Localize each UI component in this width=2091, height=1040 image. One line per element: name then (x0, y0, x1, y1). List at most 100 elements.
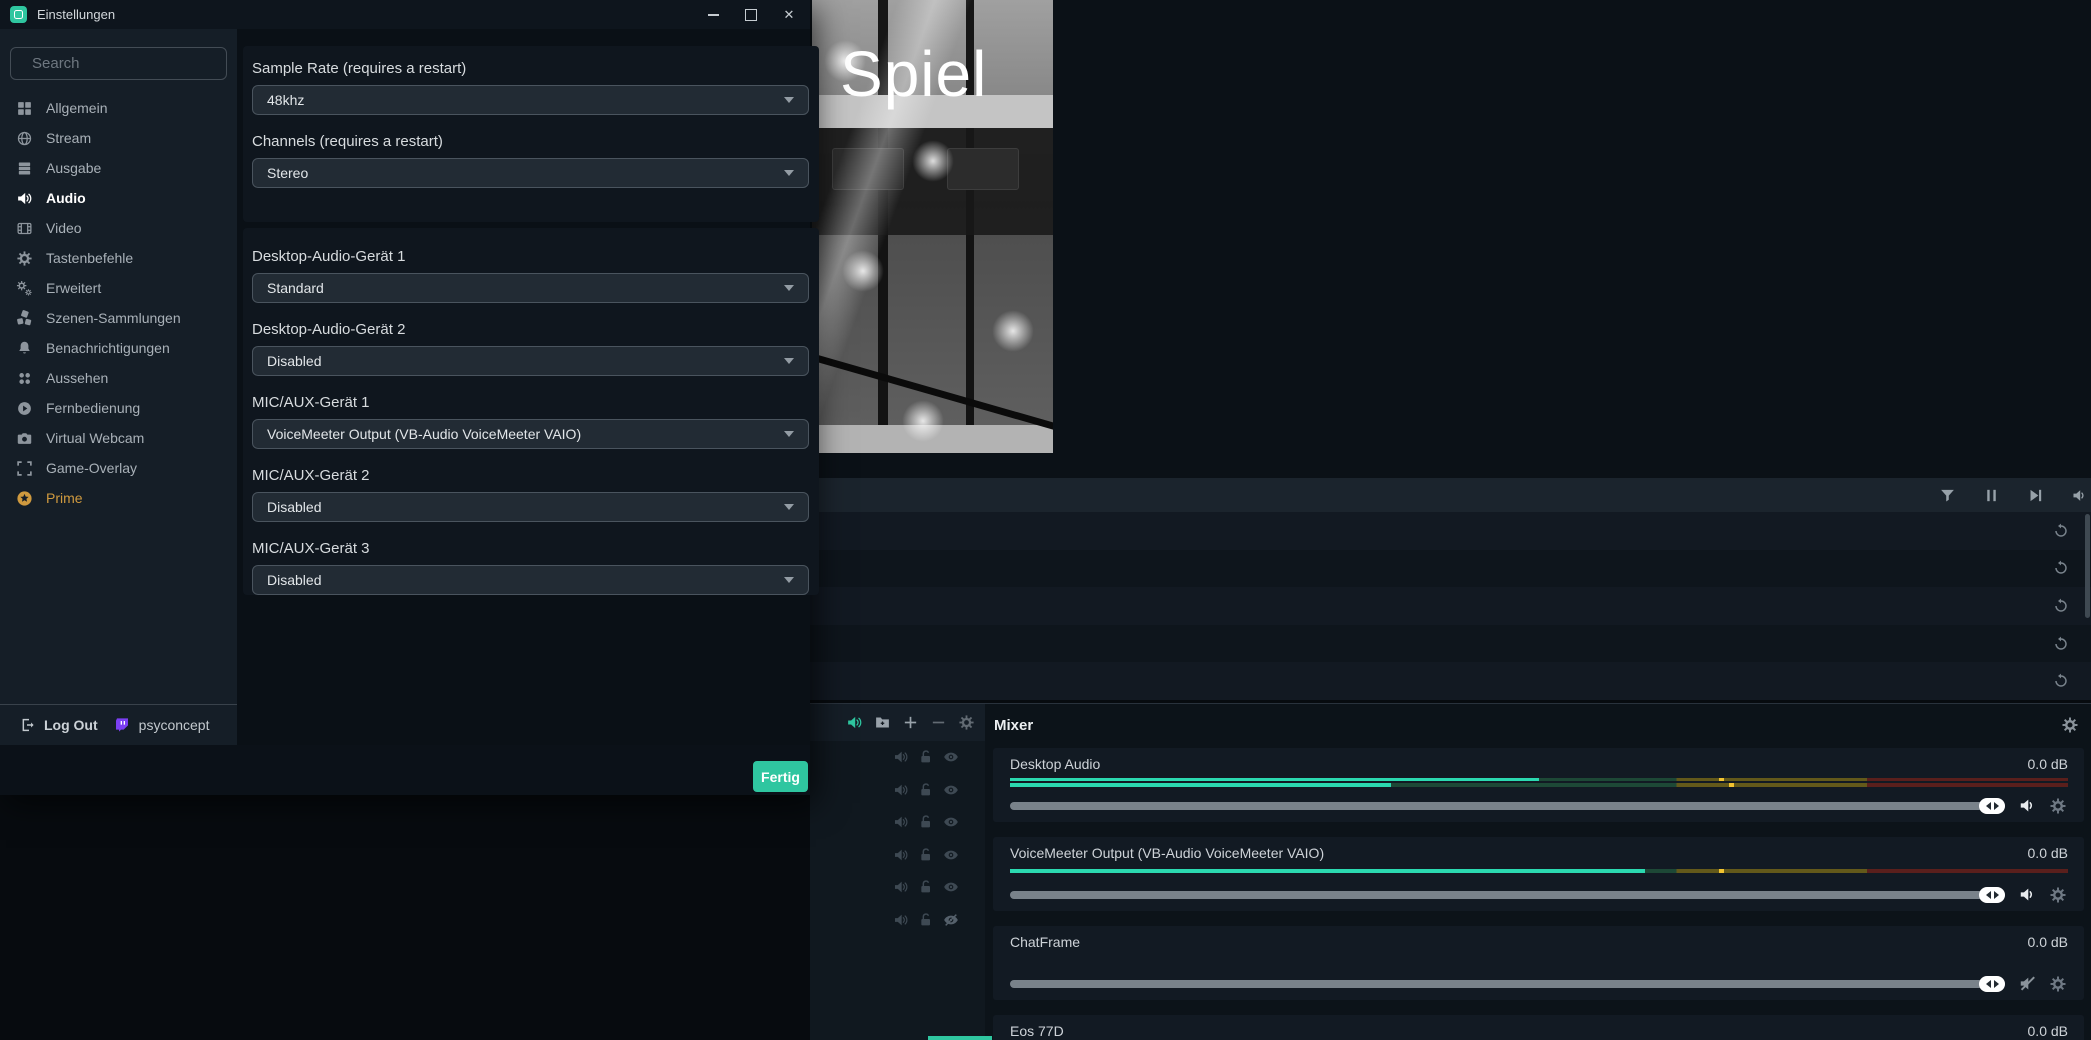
volume-slider-handle[interactable] (1979, 798, 2005, 814)
channel-settings-icon[interactable] (2049, 797, 2067, 815)
gear-icon (16, 250, 33, 267)
volume-slider-handle[interactable] (1979, 887, 2005, 903)
chevron-down-icon (784, 358, 794, 364)
eye-icon[interactable] (943, 847, 959, 863)
field-dropdown[interactable]: Disabled (252, 346, 809, 376)
dropdown-value: VoiceMeeter Output (VB-Audio VoiceMeeter… (267, 426, 581, 442)
lock-open-icon[interactable] (918, 782, 934, 798)
source-row[interactable] (810, 904, 985, 937)
volume-slider[interactable] (1010, 802, 2005, 810)
volume-slider[interactable] (1010, 980, 2005, 988)
maximize-button[interactable] (744, 8, 758, 22)
field-dropdown[interactable]: Disabled (252, 492, 809, 522)
done-button[interactable]: Fertig (753, 761, 808, 792)
minimize-button[interactable] (706, 8, 720, 22)
mixer-settings-icon[interactable] (2061, 716, 2079, 734)
sidebar-item-label: Virtual Webcam (46, 430, 144, 446)
logout-button[interactable]: Log Out (44, 717, 98, 733)
chevron-down-icon (784, 431, 794, 437)
events-list (810, 512, 2091, 700)
sidebar-item-aussehen[interactable]: Aussehen (0, 363, 237, 393)
volume-icon[interactable] (2018, 796, 2037, 815)
field-dropdown[interactable]: Stereo (252, 158, 809, 188)
sidebar-item-fernbedienung[interactable]: Fernbedienung (0, 393, 237, 423)
sidebar-item-prime[interactable]: Prime (0, 483, 237, 513)
source-properties-button[interactable] (958, 714, 975, 731)
sidebar-item-game-overlay[interactable]: Game-Overlay (0, 453, 237, 483)
sidebar-item-stream[interactable]: Stream (0, 123, 237, 153)
lock-open-icon[interactable] (918, 814, 934, 830)
meter-peak-indicator (1729, 783, 1734, 787)
sidebar-item-ausgabe[interactable]: Ausgabe (0, 153, 237, 183)
audio-waves-icon[interactable] (893, 912, 909, 928)
audio-settings-button[interactable] (846, 714, 863, 731)
add-group-button[interactable] (874, 714, 891, 731)
lock-open-icon[interactable] (918, 912, 934, 928)
sidebar-item-benachrichtigungen[interactable]: Benachrichtigungen (0, 333, 237, 363)
sidebar-item-virtual-webcam[interactable]: Virtual Webcam (0, 423, 237, 453)
events-scrollbar[interactable] (2085, 514, 2090, 618)
volume-icon[interactable] (2071, 487, 2088, 504)
mixer-channel-volume-db: 0.0 dB (2028, 845, 2068, 861)
refresh-icon[interactable] (2053, 560, 2069, 576)
field-dropdown[interactable]: Standard (252, 273, 809, 303)
lock-open-icon[interactable] (918, 749, 934, 765)
volume-icon[interactable] (2018, 885, 2037, 904)
field-dropdown[interactable]: Disabled (252, 565, 809, 595)
event-row (810, 550, 2091, 588)
refresh-icon[interactable] (2053, 673, 2069, 689)
sidebar-item-video[interactable]: Video (0, 213, 237, 243)
refresh-icon[interactable] (2053, 636, 2069, 652)
volume-mute-icon[interactable] (2018, 974, 2037, 993)
field-dropdown[interactable]: VoiceMeeter Output (VB-Audio VoiceMeeter… (252, 419, 809, 449)
film-icon (16, 220, 33, 237)
add-source-button[interactable] (902, 714, 919, 731)
eye-icon[interactable] (943, 814, 959, 830)
eye-icon[interactable] (943, 749, 959, 765)
field-dropdown[interactable]: 48khz (252, 85, 809, 115)
volume-slider[interactable] (1010, 891, 2005, 899)
sidebar-item-tastenbefehle[interactable]: Tastenbefehle (0, 243, 237, 273)
sidebar-item-szenen-sammlungen[interactable]: Szenen-Sammlungen (0, 303, 237, 333)
lock-open-icon[interactable] (918, 847, 934, 863)
refresh-icon[interactable] (2053, 598, 2069, 614)
remove-source-button[interactable] (930, 714, 947, 731)
source-row[interactable] (810, 839, 985, 872)
skip-next-icon[interactable] (2027, 487, 2044, 504)
pause-icon[interactable] (1983, 487, 2000, 504)
dropdown-value: Standard (267, 280, 324, 296)
source-row[interactable] (810, 741, 985, 774)
audio-waves-icon[interactable] (893, 782, 909, 798)
search-box[interactable] (10, 47, 227, 80)
volume-slider-handle[interactable] (1979, 976, 2005, 992)
settings-field: MIC/AUX-Gerät 3Disabled (252, 540, 809, 595)
field-label: Channels (requires a restart) (252, 133, 809, 150)
streamlabs-desktop-window: Spiel Mixer Desktop Audio0.0 dBVoiceMeet… (0, 0, 2091, 1040)
eye-icon[interactable] (943, 782, 959, 798)
eye-icon[interactable] (943, 879, 959, 895)
search-input[interactable] (30, 54, 233, 73)
eye-off-icon[interactable] (943, 912, 959, 928)
sidebar-item-label: Allgemein (46, 100, 107, 116)
audio-waves-icon[interactable] (893, 749, 909, 765)
sidebar-item-label: Fernbedienung (46, 400, 140, 416)
source-row[interactable] (810, 774, 985, 807)
sidebar-item-audio[interactable]: Audio (0, 183, 237, 213)
channel-settings-icon[interactable] (2049, 975, 2067, 993)
sidebar-item-erweitert[interactable]: Erweitert (0, 273, 237, 303)
audio-waves-icon[interactable] (893, 879, 909, 895)
volume-meter (1010, 956, 2068, 965)
refresh-icon[interactable] (2053, 523, 2069, 539)
field-label: MIC/AUX-Gerät 2 (252, 467, 809, 484)
channel-settings-icon[interactable] (2049, 886, 2067, 904)
lock-open-icon[interactable] (918, 879, 934, 895)
source-row[interactable] (810, 871, 985, 904)
close-button[interactable] (782, 8, 796, 22)
audio-waves-icon[interactable] (893, 847, 909, 863)
sidebar-item-allgemein[interactable]: Allgemein (0, 93, 237, 123)
meter-bar (1010, 869, 2068, 873)
filter-icon[interactable] (1939, 487, 1956, 504)
audio-waves-icon[interactable] (893, 814, 909, 830)
source-row[interactable] (810, 806, 985, 839)
maximize-icon (745, 9, 757, 21)
